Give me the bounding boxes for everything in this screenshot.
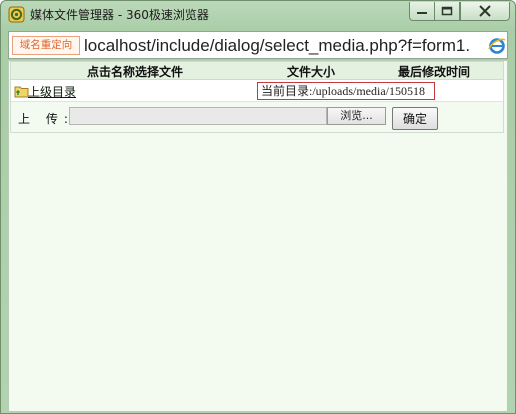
parent-directory-link[interactable]: 上级目录 bbox=[28, 83, 76, 100]
confirm-button[interactable]: 确定 bbox=[392, 107, 438, 130]
header-filename: 点击名称选择文件 bbox=[87, 65, 184, 79]
domain-redirect-badge[interactable]: 域名重定向 bbox=[12, 36, 80, 55]
url-text[interactable]: localhost/include/dialog/select_media.ph… bbox=[84, 35, 487, 57]
header-modified-time: 最后修改时间 bbox=[398, 65, 471, 79]
address-bar[interactable]: 域名重定向 localhost/include/dialog/select_me… bbox=[8, 31, 508, 59]
minimize-icon bbox=[417, 12, 427, 14]
header-filesize: 文件大小 bbox=[287, 65, 336, 79]
close-icon bbox=[479, 5, 491, 17]
ie-icon[interactable] bbox=[488, 37, 506, 55]
browse-button[interactable]: 浏览... bbox=[327, 107, 386, 125]
close-button[interactable] bbox=[460, 2, 510, 21]
media-manager-content: 点击名称选择文件 文件大小 最后修改时间 上级目录 当前目录:/uploads/… bbox=[8, 60, 508, 412]
table-row: 上级目录 当前目录:/uploads/media/150518 bbox=[11, 80, 503, 102]
maximize-icon bbox=[441, 6, 453, 16]
upload-label: 上 传: bbox=[18, 112, 74, 126]
parent-folder-icon[interactable] bbox=[14, 84, 29, 98]
minimize-button[interactable] bbox=[409, 2, 435, 21]
upload-row: 上 传: 浏览... 确定 bbox=[11, 102, 503, 132]
file-path-input[interactable] bbox=[69, 107, 327, 125]
maximize-button[interactable] bbox=[434, 2, 460, 21]
browser-window: 媒体文件管理器 - 360极速浏览器 域名重定向 localhost/inclu… bbox=[0, 0, 516, 414]
window-title: 媒体文件管理器 - 360极速浏览器 bbox=[30, 8, 209, 22]
file-list-table: 点击名称选择文件 文件大小 最后修改时间 上级目录 当前目录:/uploads/… bbox=[10, 61, 504, 133]
media-manager-app-icon bbox=[8, 6, 25, 23]
title-bar[interactable]: 媒体文件管理器 - 360极速浏览器 bbox=[1, 1, 515, 29]
current-directory: 当前目录:/uploads/media/150518 bbox=[257, 82, 435, 100]
table-header: 点击名称选择文件 文件大小 最后修改时间 bbox=[11, 62, 503, 80]
